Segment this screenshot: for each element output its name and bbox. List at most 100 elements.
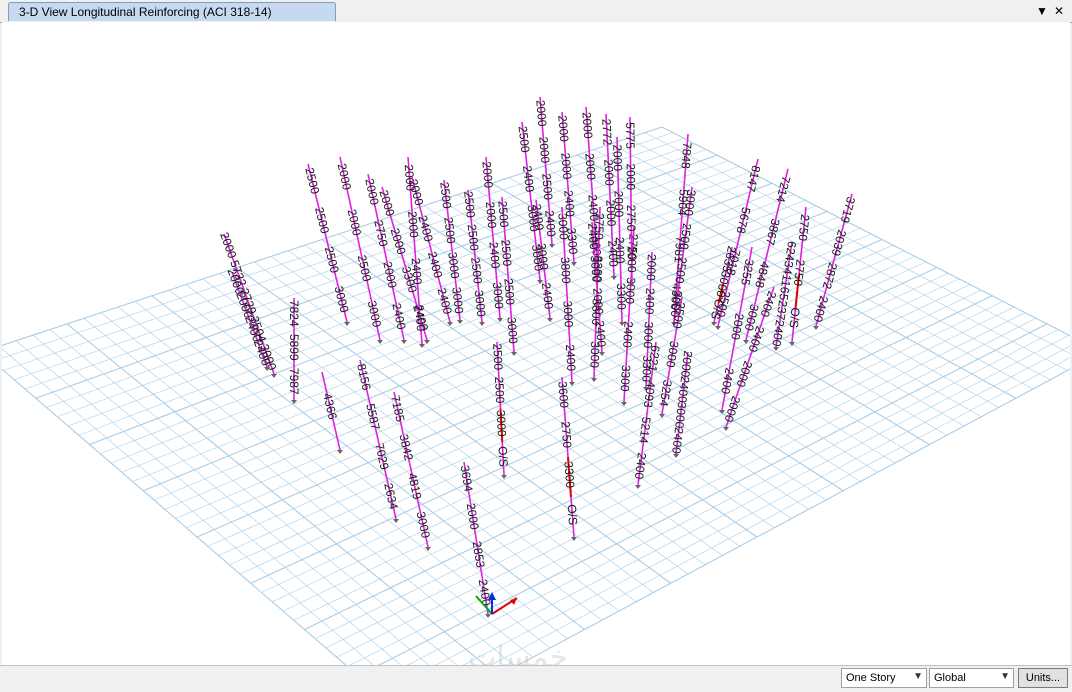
- column-36[interactable]: 6221409352142400: [632, 341, 663, 489]
- column-29[interactable]: 2400 3000 2000 2400: [585, 221, 609, 356]
- rebar-area-label: 3000: [663, 340, 681, 369]
- support-marker: [715, 326, 721, 330]
- story-select[interactable]: One Story ▼: [841, 668, 927, 688]
- rebar-area-label: 3300: [564, 227, 580, 255]
- rebar-area-label: 2000: [345, 208, 364, 237]
- support-marker: [271, 374, 277, 378]
- rebar-area-label: 2400: [642, 287, 657, 315]
- rebar-area-label: 2400: [561, 190, 577, 218]
- document-tab-bar: 3-D View Longitudinal Reinforcing (ACI 3…: [0, 0, 1072, 23]
- rebar-area-label: 2400: [620, 321, 636, 349]
- rebar-area-label: O/S: [495, 446, 510, 467]
- rebar-area-label: 2400: [593, 320, 609, 348]
- support-marker: [711, 322, 717, 326]
- rebar-area-label: 3000: [445, 251, 462, 279]
- rebar-area-label: 2500: [490, 343, 505, 371]
- rebar-area-label: 3000: [672, 401, 689, 429]
- rebar-area-label: 2400: [520, 165, 537, 193]
- rebar-area-label: 3000: [332, 285, 352, 315]
- rebar-area-label: 2400: [476, 578, 494, 607]
- rebar-area-label: 2000: [625, 246, 639, 273]
- rebar-area-label: 3000: [414, 510, 433, 539]
- support-marker: [424, 340, 430, 344]
- coord-select-value: Global: [934, 672, 966, 684]
- rebar-area-label: 3000: [588, 255, 604, 283]
- rebar-area-label: 2000: [610, 144, 625, 171]
- support-marker: [485, 614, 491, 618]
- rebar-area-label: 7214: [773, 175, 793, 205]
- grid-line: [66, 323, 486, 665]
- rebar-area-label: 2000: [479, 161, 495, 189]
- grid-line: [627, 137, 1068, 371]
- column-16[interactable]: 7185384248193000: [388, 391, 433, 551]
- support-marker: [344, 322, 350, 326]
- rebar-area-label: 3300: [618, 364, 634, 392]
- rebar-area-label: 2500: [492, 376, 507, 404]
- rebar-area-label: 2500: [355, 254, 374, 283]
- rebar-area-label: 3694: [458, 464, 476, 493]
- rebar-area-label: 2000: [555, 115, 571, 143]
- rebar-area-label: 3300: [561, 461, 577, 489]
- rebar-area-label: 2500: [539, 173, 555, 201]
- support-marker: [401, 340, 407, 344]
- units-button[interactable]: Units...: [1018, 668, 1068, 688]
- chevron-down-icon: ▼: [913, 671, 923, 682]
- rebar-area-label: 2000: [217, 230, 239, 260]
- support-marker: [393, 519, 399, 523]
- support-marker: [497, 318, 503, 322]
- rebar-area-label: 2500: [501, 278, 517, 306]
- rebar-area-label: 4819: [405, 472, 424, 501]
- close-icon[interactable]: ✕: [1051, 3, 1067, 19]
- column-3[interactable]: 7824 5899 7987: [287, 298, 301, 404]
- dropdown-icon[interactable]: ▼: [1034, 3, 1050, 19]
- coordinate-system-select[interactable]: Global ▼: [929, 668, 1014, 688]
- rebar-area-label: 2000: [582, 153, 598, 181]
- rebar-area-label: 2750: [791, 259, 808, 287]
- rebar-area-label: 7824: [287, 300, 301, 327]
- rebar-area-label: 3000: [472, 289, 489, 317]
- model-canvas[interactable]: 2000573227293504300020002000240024007824…: [2, 22, 1070, 665]
- rebar-area-label: 2000: [678, 350, 695, 378]
- 3d-model-viewport[interactable]: 2000 5732 2729 3504 3000 2000 2000 2400 2400 7824…: [2, 22, 1070, 665]
- column-44[interactable]: 3719203928722400: [810, 193, 858, 330]
- column-18[interactable]: 2500 2500 3000 O/S: [490, 341, 511, 479]
- rebar-area-label: 2000: [406, 178, 426, 208]
- rebar-area-label: 2750: [796, 214, 813, 242]
- rebar-area-label: 7029: [372, 442, 392, 471]
- grid-line: [644, 132, 1070, 354]
- support-marker: [479, 322, 485, 326]
- rebar-area-label: 2400: [415, 214, 435, 244]
- rebar-area-label: 2500: [495, 200, 511, 228]
- rebar-area-label: 3842: [397, 433, 416, 462]
- rebar-area-label: 5214: [636, 416, 653, 445]
- rebar-area-label: 3000: [529, 244, 546, 272]
- rebar-area-label: 2000: [558, 152, 574, 180]
- support-marker: [813, 326, 819, 330]
- column-4[interactable]: 4366: [320, 371, 343, 454]
- rebar-area-label: 2400: [542, 210, 558, 238]
- rebar-area-label: 2500: [437, 181, 454, 209]
- rebar-area-label: 3000: [623, 277, 639, 305]
- rebar-area-label: 2400: [539, 282, 556, 310]
- support-marker: [723, 427, 729, 431]
- support-marker: [457, 320, 463, 324]
- rebar-area-label: 2000: [644, 254, 659, 282]
- rebar-area-label: 2400: [669, 426, 686, 454]
- rebar-area-label: 2400: [769, 319, 787, 348]
- tab-3d-view[interactable]: 3-D View Longitudinal Reinforcing (ACI 3…: [8, 2, 336, 21]
- story-select-value: One Story: [846, 672, 896, 684]
- rebar-area-label: 7987: [287, 368, 301, 395]
- rebar-area-label: 5678: [733, 206, 753, 236]
- rebar-area-label: 2500: [516, 125, 533, 153]
- rebar-area-label: 3867: [763, 217, 783, 247]
- chevron-down-icon: ▼: [1000, 671, 1010, 682]
- rebar-area-label: 2000: [464, 502, 482, 531]
- rebar-area-label: 2000: [590, 287, 606, 315]
- rebar-area-label: 2500: [498, 239, 514, 267]
- rebar-area-label: 4093: [641, 380, 658, 409]
- support-marker: [673, 454, 679, 458]
- support-marker: [571, 537, 577, 541]
- rebar-area-label: 2400: [425, 250, 445, 280]
- rebar-area-label: 2400: [389, 302, 408, 331]
- rebar-area-label: 2400: [585, 222, 601, 250]
